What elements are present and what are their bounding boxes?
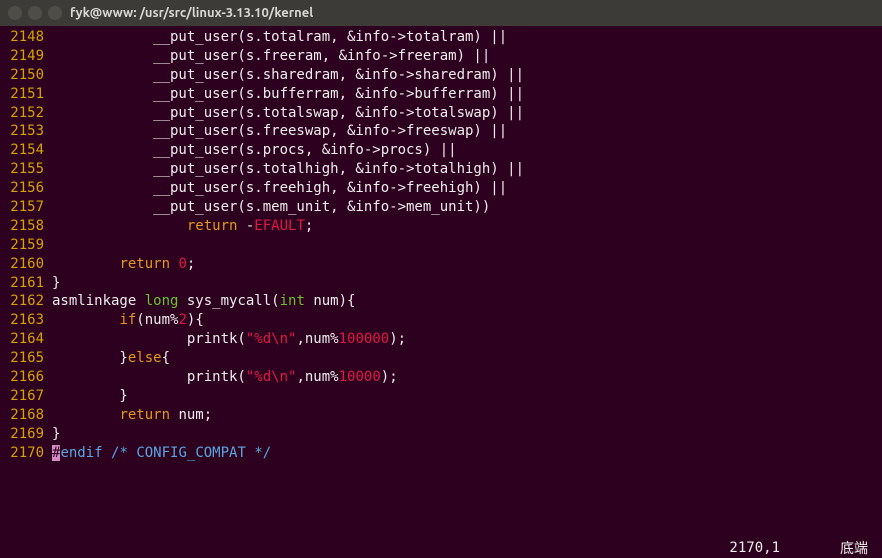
cursor-position: 2170,1 (729, 540, 780, 556)
close-icon[interactable] (8, 6, 22, 20)
code-line[interactable]: 2159 (0, 236, 882, 255)
line-number: 2163 (0, 311, 52, 330)
code-content: } (52, 387, 882, 406)
code-content: return num; (52, 406, 882, 425)
code-line[interactable]: 2153 __put_user(s.freeswap, &info->frees… (0, 122, 882, 141)
line-number: 2161 (0, 274, 52, 293)
code-content: __put_user(s.freeswap, &info->freeswap) … (52, 122, 882, 141)
code-line[interactable]: 2161} (0, 274, 882, 293)
code-content: if(num%2){ (52, 311, 882, 330)
window-title: fyk@www: /usr/src/linux-3.13.10/kernel (70, 6, 313, 20)
code-line[interactable]: 2152 __put_user(s.totalswap, &info->tota… (0, 104, 882, 123)
code-content: __put_user(s.totalram, &info->totalram) … (52, 28, 882, 47)
code-content: return 0; (52, 255, 882, 274)
line-number: 2167 (0, 387, 52, 406)
line-number: 2153 (0, 122, 52, 141)
line-number: 2164 (0, 330, 52, 349)
code-content: __put_user(s.freeram, &info->freeram) || (52, 47, 882, 66)
line-number: 2152 (0, 104, 52, 123)
code-line[interactable]: 2165 }else{ (0, 349, 882, 368)
code-line[interactable]: 2149 __put_user(s.freeram, &info->freera… (0, 47, 882, 66)
code-content: }else{ (52, 349, 882, 368)
code-line[interactable]: 2164 printk("%d\n",num%100000); (0, 330, 882, 349)
code-line[interactable]: 2155 __put_user(s.totalhigh, &info->tota… (0, 160, 882, 179)
code-line[interactable]: 2154 __put_user(s.procs, &info->procs) |… (0, 141, 882, 160)
titlebar: fyk@www: /usr/src/linux-3.13.10/kernel (0, 0, 882, 26)
window-buttons (8, 6, 62, 20)
code-content: __put_user(s.bufferram, &info->bufferram… (52, 85, 882, 104)
code-content: __put_user(s.sharedram, &info->sharedram… (52, 66, 882, 85)
line-number: 2168 (0, 406, 52, 425)
code-content: __put_user(s.freehigh, &info->freehigh) … (52, 179, 882, 198)
line-number: 2149 (0, 47, 52, 66)
editor-area[interactable]: 2148 __put_user(s.totalram, &info->total… (0, 26, 882, 464)
line-number: 2166 (0, 368, 52, 387)
line-number: 2158 (0, 217, 52, 236)
line-number: 2165 (0, 349, 52, 368)
code-line[interactable]: 2157 __put_user(s.mem_unit, &info->mem_u… (0, 198, 882, 217)
line-number: 2151 (0, 85, 52, 104)
line-number: 2148 (0, 28, 52, 47)
code-content: __put_user(s.totalhigh, &info->totalhigh… (52, 160, 882, 179)
line-number: 2160 (0, 255, 52, 274)
code-line[interactable]: 2169} (0, 425, 882, 444)
line-number: 2156 (0, 179, 52, 198)
line-number: 2150 (0, 66, 52, 85)
code-line[interactable]: 2162asmlinkage long sys_mycall(int num){ (0, 292, 882, 311)
code-line[interactable]: 2166 printk("%d\n",num%10000); (0, 368, 882, 387)
minimize-icon[interactable] (28, 6, 42, 20)
scroll-indicator: 底端 (840, 538, 868, 558)
line-number: 2162 (0, 292, 52, 311)
code-line[interactable]: 2168 return num; (0, 406, 882, 425)
code-content: __put_user(s.totalswap, &info->totalswap… (52, 104, 882, 123)
code-content (52, 236, 882, 255)
line-number: 2157 (0, 198, 52, 217)
code-line[interactable]: 2158 return -EFAULT; (0, 217, 882, 236)
code-content: asmlinkage long sys_mycall(int num){ (52, 292, 882, 311)
code-content: printk("%d\n",num%10000); (52, 368, 882, 387)
code-line[interactable]: 2163 if(num%2){ (0, 311, 882, 330)
code-line[interactable]: 2167 } (0, 387, 882, 406)
code-line[interactable]: 2170#endif /* CONFIG_COMPAT */ (0, 444, 882, 463)
status-bar: 2170,1 底端 (0, 538, 882, 558)
code-line[interactable]: 2151 __put_user(s.bufferram, &info->buff… (0, 85, 882, 104)
code-line[interactable]: 2148 __put_user(s.totalram, &info->total… (0, 28, 882, 47)
line-number: 2169 (0, 425, 52, 444)
code-content: printk("%d\n",num%100000); (52, 330, 882, 349)
code-content: __put_user(s.mem_unit, &info->mem_unit)) (52, 198, 882, 217)
line-number: 2154 (0, 141, 52, 160)
line-number: 2159 (0, 236, 52, 255)
code-line[interactable]: 2160 return 0; (0, 255, 882, 274)
code-content: } (52, 425, 882, 444)
maximize-icon[interactable] (48, 6, 62, 20)
line-number: 2170 (0, 444, 52, 463)
line-number: 2155 (0, 160, 52, 179)
code-content: } (52, 274, 882, 293)
code-line[interactable]: 2150 __put_user(s.sharedram, &info->shar… (0, 66, 882, 85)
code-content: #endif /* CONFIG_COMPAT */ (52, 444, 882, 463)
code-content: __put_user(s.procs, &info->procs) || (52, 141, 882, 160)
code-content: return -EFAULT; (52, 217, 882, 236)
code-line[interactable]: 2156 __put_user(s.freehigh, &info->freeh… (0, 179, 882, 198)
